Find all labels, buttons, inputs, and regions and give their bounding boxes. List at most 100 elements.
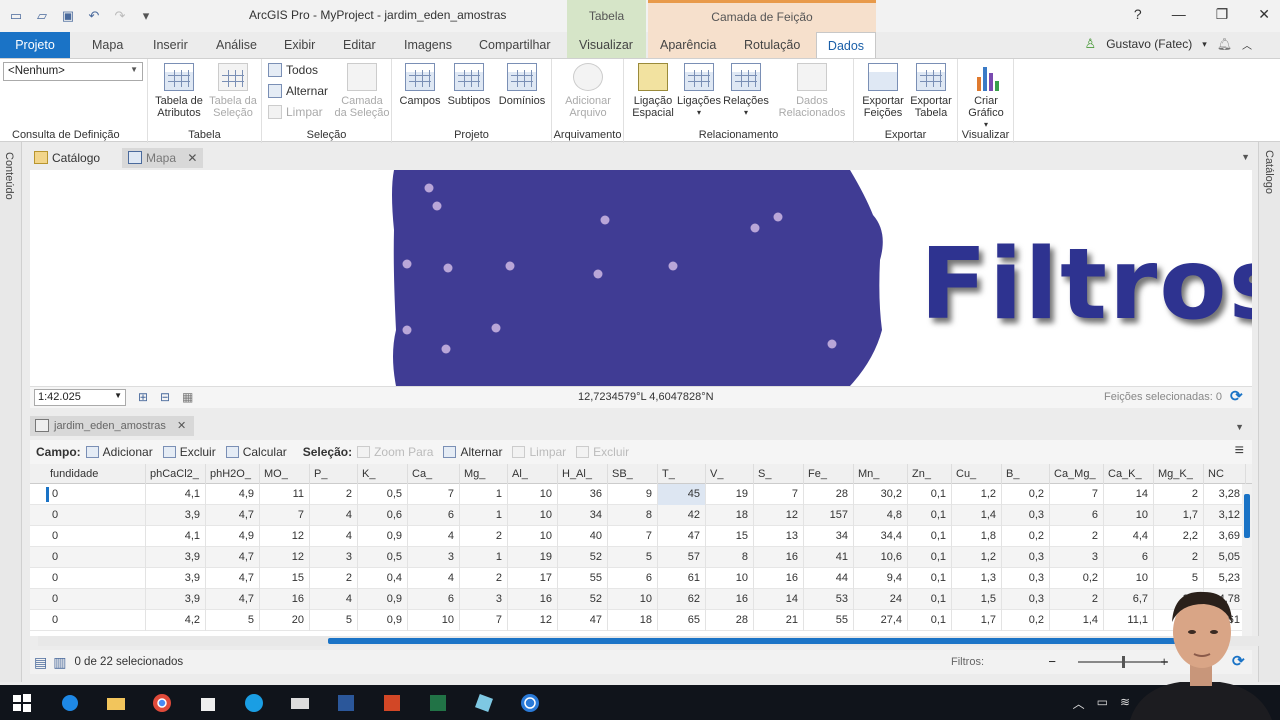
table-cell[interactable]: 4,1 (146, 484, 206, 505)
sample-point[interactable] (593, 269, 603, 279)
table-cell[interactable]: 24 (854, 589, 908, 610)
table-cell[interactable]: 10 (608, 589, 658, 610)
table-cell[interactable]: 1,5 (952, 589, 1002, 610)
table-cell[interactable]: 19 (706, 484, 754, 505)
table-cell[interactable]: 0,1 (908, 526, 952, 547)
table-cell[interactable]: 7 (260, 505, 310, 526)
column-header[interactable]: K_ (358, 464, 408, 484)
table-cell[interactable]: 12 (754, 505, 804, 526)
select-all-button[interactable]: Todos (268, 63, 318, 77)
table-cell[interactable]: 4,1 (146, 526, 206, 547)
excel-icon[interactable] (428, 693, 448, 713)
table-cell[interactable]: 4 (310, 589, 358, 610)
spatial-join-button[interactable]: Ligação Espacial (628, 63, 678, 119)
table-cell[interactable]: 11 (260, 484, 310, 505)
table-cell[interactable]: 3 (460, 589, 508, 610)
table-cell[interactable]: 0,3 (1002, 547, 1050, 568)
table-cell[interactable]: 1 (460, 484, 508, 505)
sample-point[interactable] (750, 223, 760, 233)
notification-bell-icon[interactable]: 🔔︎ (1217, 37, 1232, 51)
tab-catalogo[interactable]: Catálogo (28, 148, 106, 168)
export-features-button[interactable]: Exportar Feições (858, 63, 908, 119)
table-cell[interactable]: 4,7 (206, 547, 260, 568)
calculate-field-button[interactable]: Calcular (225, 445, 287, 459)
table-cell[interactable]: 0 (30, 484, 146, 505)
zoom-out-button[interactable]: − (1048, 655, 1056, 668)
relates-button[interactable]: Relações ▾ (722, 63, 770, 119)
table-cell[interactable]: 0 (30, 526, 146, 547)
close-icon[interactable]: ✕ (187, 151, 197, 165)
column-header[interactable]: H_Al_ (558, 464, 608, 484)
table-cell[interactable]: 0,5 (358, 484, 408, 505)
related-data-button[interactable]: Dados Relacionados (774, 63, 850, 119)
table-cell[interactable]: 1,7 (952, 610, 1002, 631)
table-cell[interactable]: 0,4 (358, 568, 408, 589)
table-cell[interactable]: 0,3 (1002, 589, 1050, 610)
sample-point[interactable] (402, 259, 412, 269)
tab-mapa-view[interactable]: Mapa ✕ (122, 148, 204, 168)
column-header[interactable]: B_ (1002, 464, 1050, 484)
table-cell[interactable]: 6 (1104, 547, 1154, 568)
redo-icon[interactable]: ↷ (112, 8, 128, 24)
battery-icon[interactable]: ▭ (1097, 695, 1108, 712)
table-cell[interactable]: 2,2 (1154, 526, 1204, 547)
arcgis-pro-icon[interactable] (520, 693, 540, 713)
table-cell[interactable]: 0,9 (358, 610, 408, 631)
study-area-polygon[interactable] (392, 170, 883, 386)
table-cell[interactable]: 16 (508, 589, 558, 610)
table-cell[interactable]: 4 (310, 505, 358, 526)
table-cell[interactable]: 62 (658, 589, 706, 610)
table-cell[interactable]: 4,4 (1104, 526, 1154, 547)
map-view[interactable]: Filtros (30, 170, 1252, 386)
export-table-button[interactable]: Exportar Tabela (906, 63, 956, 119)
chrome-icon[interactable] (152, 693, 172, 713)
store-icon[interactable] (198, 693, 218, 713)
delete-field-button[interactable]: Excluir (162, 445, 216, 459)
table-cell[interactable]: 0,3 (1002, 505, 1050, 526)
show-all-records-icon[interactable]: ▤ (34, 654, 47, 671)
layout-icon[interactable]: ⊟ (160, 390, 170, 404)
sample-point[interactable] (600, 215, 610, 225)
table-cell[interactable]: 0,5 (358, 547, 408, 568)
table-cell[interactable]: 0,1 (908, 484, 952, 505)
tray-chevron-icon[interactable]: ︿ (1073, 695, 1085, 712)
table-cell[interactable]: 16 (754, 568, 804, 589)
tab-compartilhar[interactable]: Compartilhar (473, 32, 557, 58)
table-cell[interactable]: 19 (508, 547, 558, 568)
maximize-button[interactable]: ❐ (1216, 6, 1229, 23)
table-cell[interactable]: 21 (754, 610, 804, 631)
tab-editar[interactable]: Editar (337, 32, 382, 58)
column-header[interactable]: Al_ (508, 464, 558, 484)
scroll-thumb[interactable] (328, 638, 1178, 644)
table-cell[interactable]: 2 (460, 526, 508, 547)
tab-rotulacao[interactable]: Rotulação (738, 32, 807, 58)
tab-attribute-table[interactable]: jardim_eden_amostras ✕ (30, 416, 195, 436)
table-icon[interactable]: ▦ (182, 390, 193, 404)
table-cell[interactable]: 6 (408, 505, 460, 526)
table-cell[interactable]: 6 (608, 568, 658, 589)
table-cell[interactable]: 65 (658, 610, 706, 631)
column-header[interactable]: phH2O_ (206, 464, 260, 484)
table-cell[interactable]: 3 (1050, 547, 1104, 568)
chevron-down-icon[interactable]: ▼ (1235, 422, 1244, 432)
tab-imagens[interactable]: Imagens (398, 32, 458, 58)
table-cell[interactable]: 2 (1050, 589, 1104, 610)
table-cell[interactable]: 7 (408, 484, 460, 505)
column-header[interactable]: Ca_K_ (1104, 464, 1154, 484)
table-cell[interactable]: 14 (754, 589, 804, 610)
table-cell[interactable]: 34 (804, 526, 854, 547)
table-cell[interactable]: 16 (260, 589, 310, 610)
map-scale-select[interactable]: 1:42.025 ▼ (34, 389, 126, 406)
table-cell[interactable]: 1,7 (1154, 505, 1204, 526)
table-cell[interactable]: 17 (508, 568, 558, 589)
table-cell[interactable]: 0,2 (1002, 484, 1050, 505)
table-cell[interactable]: 57 (658, 547, 706, 568)
table-cell[interactable]: 10 (408, 610, 460, 631)
save-icon[interactable]: ▣ (60, 8, 76, 24)
table-cell[interactable]: 3,9 (146, 547, 206, 568)
table-cell[interactable]: 0,1 (908, 568, 952, 589)
word-icon[interactable] (336, 693, 356, 713)
table-cell[interactable]: 4,2 (146, 610, 206, 631)
table-row[interactable]: 0 3,9 4,7 12 3 0,5 3 1 19 52 5 57 8 16 41 10,6 0,1 1,2 0,3… (30, 547, 1246, 568)
table-cell[interactable]: 15 (260, 568, 310, 589)
